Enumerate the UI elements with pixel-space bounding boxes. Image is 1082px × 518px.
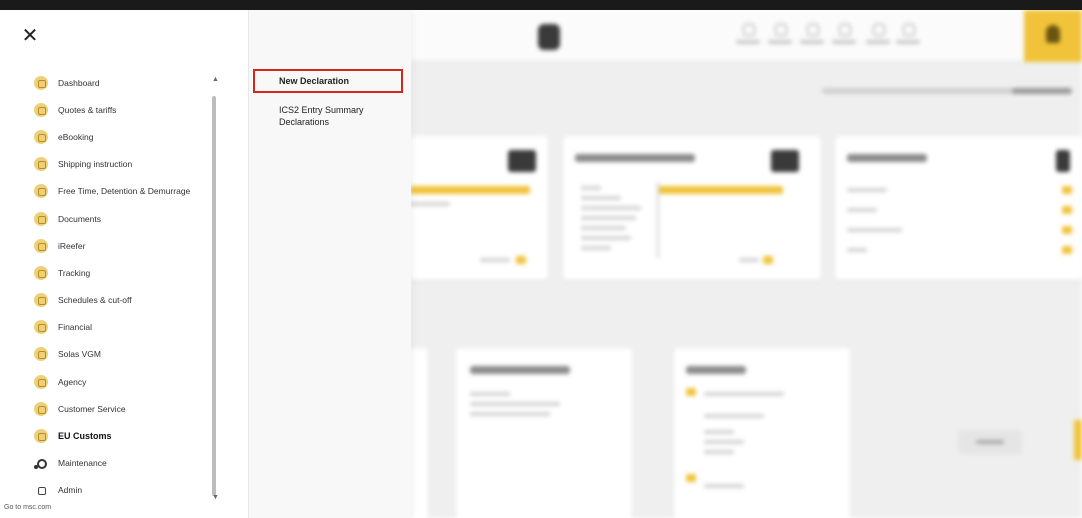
- menu-item-label: Schedules & cut-off: [58, 295, 132, 306]
- menu-item-customer-service[interactable]: Customer Service: [34, 395, 204, 422]
- menu-item-label: Dashboard: [58, 77, 100, 88]
- dashboard-card: [410, 348, 428, 518]
- scrollbar-thumb[interactable]: [212, 96, 216, 496]
- documents-icon: [34, 211, 48, 226]
- go-to-msc-link[interactable]: Go to msc.com: [4, 504, 51, 511]
- menu-list: Dashboard Quotes & tariffs eBooking Ship…: [34, 69, 204, 504]
- scroll-down-icon[interactable]: ▼: [212, 494, 219, 501]
- schedules-icon: [34, 293, 48, 308]
- menu-item-shipping-instruction[interactable]: Shipping instruction: [34, 151, 204, 178]
- topbar-icon: [866, 22, 890, 48]
- submenu-item-new-declaration[interactable]: New Declaration: [253, 69, 403, 93]
- dashboard-icon: [34, 75, 48, 90]
- menu-item-schedules[interactable]: Schedules & cut-off: [34, 287, 204, 314]
- customer-service-icon: [34, 401, 48, 416]
- menu-item-quotes-tariffs[interactable]: Quotes & tariffs: [34, 96, 204, 123]
- menu-item-label: Quotes & tariffs: [58, 104, 117, 115]
- menu-item-label: eBooking: [58, 131, 94, 142]
- brand-logo: [538, 24, 560, 50]
- booking-icon: [34, 129, 48, 144]
- topbar-icon: [800, 22, 824, 48]
- shipping-instructions-card: [563, 136, 821, 280]
- agency-icon: [34, 374, 48, 389]
- menu-item-ireefer[interactable]: iReefer: [34, 232, 204, 259]
- dashboard-card: [456, 348, 632, 518]
- menu-item-label: Customer Service: [58, 403, 126, 414]
- menu-item-label: Solas VGM: [58, 349, 101, 360]
- menu-item-label: Tracking: [58, 267, 91, 278]
- menu-item-label: Financial: [58, 322, 93, 333]
- menu-item-documents[interactable]: Documents: [34, 205, 204, 232]
- menu-item-eu-customs[interactable]: EU Customs: [34, 422, 204, 449]
- navigation-sidebar: ✕ Dashboard Quotes & tariffs eBooking Sh…: [0, 10, 248, 518]
- menu-item-label: iReefer: [58, 240, 86, 251]
- scrollbar[interactable]: [212, 82, 216, 500]
- solas-vgm-icon: [34, 347, 48, 362]
- app-window: New Declaration ICS2 Entry Summary Decla…: [0, 0, 1082, 518]
- close-icon[interactable]: ✕: [20, 26, 40, 46]
- topbar-icon: [736, 22, 760, 48]
- menu-item-financial[interactable]: Financial: [34, 314, 204, 341]
- dashboard-card: [674, 348, 850, 518]
- admin-icon: [34, 483, 48, 497]
- reefer-icon: [34, 238, 48, 253]
- topbar-icon: [896, 22, 920, 48]
- blurred-dashboard-background: [410, 10, 1082, 518]
- menu-item-solas-vgm[interactable]: Solas VGM: [34, 341, 204, 368]
- menu-item-label: Admin: [58, 485, 83, 496]
- menu-item-label: Shipping instruction: [58, 159, 133, 170]
- menu-item-free-time[interactable]: Free Time, Detention & Demurrage: [34, 178, 204, 205]
- topbar-icon: [768, 22, 792, 48]
- documents-card: [835, 136, 1082, 280]
- menu-item-agency[interactable]: Agency: [34, 368, 204, 395]
- breadcrumb: [822, 88, 1072, 94]
- background-button: [958, 430, 1022, 454]
- maintenance-icon: [34, 456, 48, 470]
- menu-item-maintenance[interactable]: Maintenance: [34, 450, 204, 477]
- background-accent: [1074, 420, 1082, 460]
- financial-icon: [34, 320, 48, 335]
- menu-item-label: Agency: [58, 376, 87, 387]
- dashboard-card: [410, 136, 548, 280]
- menu-item-label: Documents: [58, 213, 101, 224]
- menu-item-label: Free Time, Detention & Demurrage: [58, 186, 191, 197]
- menu-item-tracking[interactable]: Tracking: [34, 259, 204, 286]
- menu-item-ebooking[interactable]: eBooking: [34, 123, 204, 150]
- eu-customs-icon: [34, 429, 48, 444]
- submenu-panel: New Declaration ICS2 Entry Summary Decla…: [248, 10, 411, 518]
- quotes-icon: [34, 102, 48, 117]
- submenu-item-ics2-entry-summary[interactable]: ICS2 Entry Summary Declarations: [253, 100, 403, 132]
- menu-item-admin[interactable]: Admin: [34, 477, 204, 504]
- menu-item-dashboard[interactable]: Dashboard: [34, 69, 204, 96]
- free-time-icon: [34, 184, 48, 199]
- user-account-button: [1024, 10, 1082, 62]
- menu-item-label: Maintenance: [58, 458, 107, 469]
- shipping-instruction-icon: [34, 157, 48, 172]
- topbar-icon: [832, 22, 856, 48]
- top-bar: [410, 10, 1082, 62]
- tracking-icon: [34, 265, 48, 280]
- menu-item-label: EU Customs: [58, 431, 112, 442]
